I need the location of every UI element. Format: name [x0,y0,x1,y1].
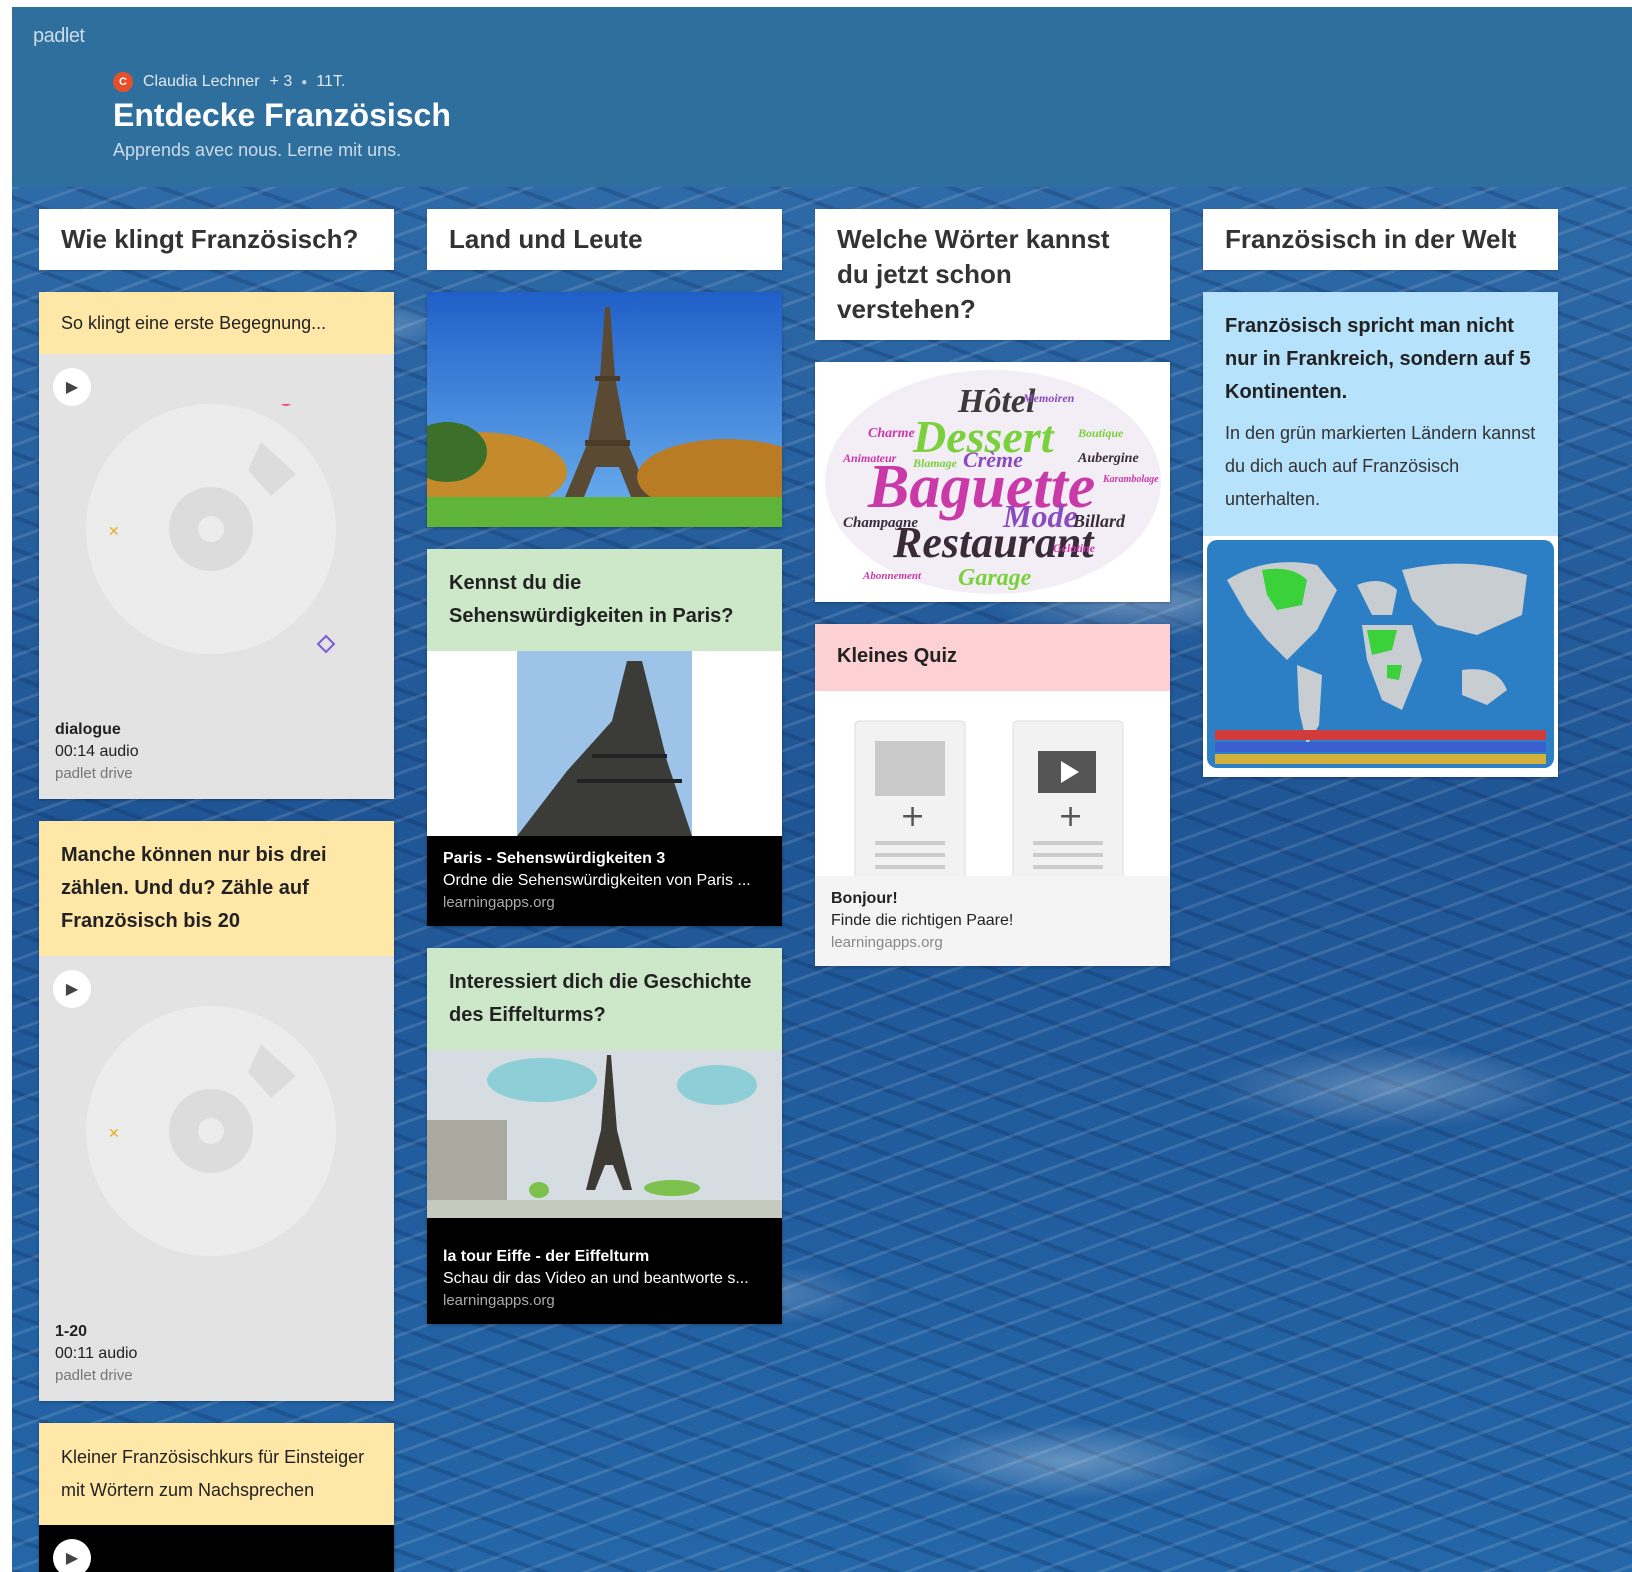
padlet-board: Wie klingt Französisch? So klingt eine e… [12,187,1632,1572]
column-title: Französisch in der Welt [1203,209,1558,270]
link-description: Ordne die Sehenswürdigkeiten von Paris .… [443,872,751,889]
avatar[interactable]: C [113,72,133,92]
column-title: Wie klingt Französisch? [39,209,394,270]
column-wie-klingt: Wie klingt Französisch? So klingt eine e… [39,209,394,1572]
post-sehenswuerdigkeiten[interactable]: Kennst du die Sehenswürdigkeiten in Pari… [427,549,782,926]
wordcloud-word: Memoiren [1022,391,1075,405]
link-meta[interactable]: Bonjour! Finde die richtigen Paare! lear… [815,876,1170,966]
dot-separator-icon: ● [301,76,308,88]
post-body: In den grün markierten Ländern kannst du… [1225,423,1536,509]
world-map-image [1207,540,1554,768]
wordcloud-word: Abonnement [862,570,922,582]
play-icon[interactable]: ▶ [53,1539,91,1572]
wordcloud-word: Karambolage [1102,474,1159,485]
wordcloud-word: Billard [1072,511,1126,531]
post-eiffel-photo[interactable] [427,292,782,527]
padlet-logo[interactable]: padlet [33,25,85,48]
column-woerter: Welche Wörter kannst du jetzt schon vers… [815,209,1170,966]
world-map-container[interactable] [1203,536,1558,777]
attachment-source: padlet drive [55,765,133,782]
post-text: Kleines Quiz [837,645,958,667]
audio-attachment[interactable]: ▶ ✕ dialogue 00:14 audio padlet drive [39,354,394,799]
post-geschichte-eiffelturm[interactable]: Interessiert dich die Geschichte des Eif… [427,948,782,1324]
link-title: Bonjour! [831,890,898,907]
author-name[interactable]: Claudia Lechner [143,73,260,91]
link-meta[interactable]: Paris - Sehenswürdigkeiten 3 Ordne die S… [427,836,782,926]
link-preview-image[interactable]: + + [815,691,1170,876]
link-description: Finde die richtigen Paare! [831,912,1014,929]
wordcloud-word: Crème [963,447,1023,472]
column-welt: Französisch in der Welt Französisch spri… [1203,209,1558,777]
post-text: Kleiner Französischkurs für Einsteiger m… [61,1447,365,1500]
link-description: Schau dir das Video an und beantworte s.… [443,1270,749,1287]
attachment-detail: 00:11 audio [55,1345,138,1362]
wordcloud-word: Boutique [1077,426,1124,440]
wordcloud-word: Charme [868,426,915,441]
post-franzoesischkurs[interactable]: Kleiner Französischkurs für Einsteiger m… [39,1423,394,1572]
wordcloud-word: Animateur [842,451,897,465]
eiffel-video-thumbnail [427,1050,782,1218]
wordcloud-word: Gelatine [1053,541,1096,555]
contributors-count[interactable]: + 3 [270,73,293,91]
attachment-detail: 00:14 audio [55,743,139,760]
attachment-info: dialogue 00:14 audio padlet drive [55,719,139,785]
post-wordcloud[interactable]: Hôtel Dessert Baguette Restaurant Mode Crème B… [815,362,1170,602]
author-meta: C Claudia Lechner + 3 ● 11T. [113,72,345,92]
quiz-cards-image: + + [815,691,1170,876]
svg-text:✕: ✕ [108,524,120,540]
wordcloud-word: Aubergine [1077,451,1139,466]
wordcloud-image: HôtelDessertBaguetteRestaurantModeCrèmeB… [824,370,1161,594]
link-source: learningapps.org [443,894,555,911]
disc-icon: ✕ [86,404,336,654]
svg-text:+: + [900,799,925,834]
post-begegnung[interactable]: So klingt eine erste Begegnung... ▶ ✕ di… [39,292,394,799]
padlet-window: padlet C Claudia Lechner + 3 ● 11T. Entd… [12,7,1632,1572]
column-title: Land und Leute [427,209,782,270]
padlet-header: padlet C Claudia Lechner + 3 ● 11T. Entd… [12,7,1632,187]
page-subtitle: Apprends avec nous. Lerne mit uns. [113,140,402,160]
audio-attachment[interactable]: ▶ ✕ 1-20 00:11 audio padlet drive [39,956,394,1401]
play-icon[interactable]: ▶ [53,368,91,406]
post-text: Französisch spricht man nicht nur in Fra… [1225,315,1531,403]
post-zaehlen[interactable]: Manche können nur bis drei zählen. Und d… [39,821,394,1401]
wordcloud-word: Mode [1002,498,1078,534]
column-land-und-leute: Land und Leute Kennst du die Sehenswürdi… [427,209,782,1324]
link-meta[interactable]: la tour Eiffe - der Eiffelturm Schau dir… [427,1218,782,1324]
link-source: learningapps.org [831,934,943,951]
post-text: So klingt eine erste Begegnung... [61,313,327,333]
column-title: Welche Wörter kannst du jetzt schon vers… [815,209,1170,340]
link-preview-image[interactable] [427,651,782,836]
post-kleines-quiz[interactable]: Kleines Quiz + + Bonjour! Finde die rich… [815,624,1170,966]
video-attachment[interactable]: ▶ [39,1525,394,1572]
post-age: 11T. [316,73,346,90]
post-text: Manche können nur bis drei zählen. Und d… [61,844,327,932]
link-title: la tour Eiffe - der Eiffelturm [443,1248,650,1265]
post-franzoesisch-welt[interactable]: Französisch spricht man nicht nur in Fra… [1203,292,1558,777]
attachment-source: padlet drive [55,1367,133,1384]
eiffel-tower-photo [427,292,782,527]
play-icon[interactable]: ▶ [53,970,91,1008]
svg-text:+: + [1058,799,1083,834]
link-preview-image[interactable] [427,1050,782,1218]
wordcloud-word: Blamage [912,456,958,470]
attachment-info: 1-20 00:11 audio padlet drive [55,1321,137,1387]
page-title: Entdecke Französisch [113,97,451,133]
attachment-title: dialogue [55,721,121,738]
attachment-title: 1-20 [55,1323,88,1340]
svg-text:✕: ✕ [108,1126,120,1142]
post-text: Kennst du die Sehenswürdigkeiten in Pari… [449,572,734,627]
eiffel-closeup-image [427,651,782,836]
link-title: Paris - Sehenswürdigkeiten 3 [443,850,666,867]
wordcloud-word: Garage [958,565,1032,591]
disc-icon: ✕ [86,1006,336,1256]
link-source: learningapps.org [443,1292,555,1309]
post-text: Interessiert dich die Geschichte des Eif… [449,971,752,1026]
wordcloud-word: Champagne [843,515,918,531]
